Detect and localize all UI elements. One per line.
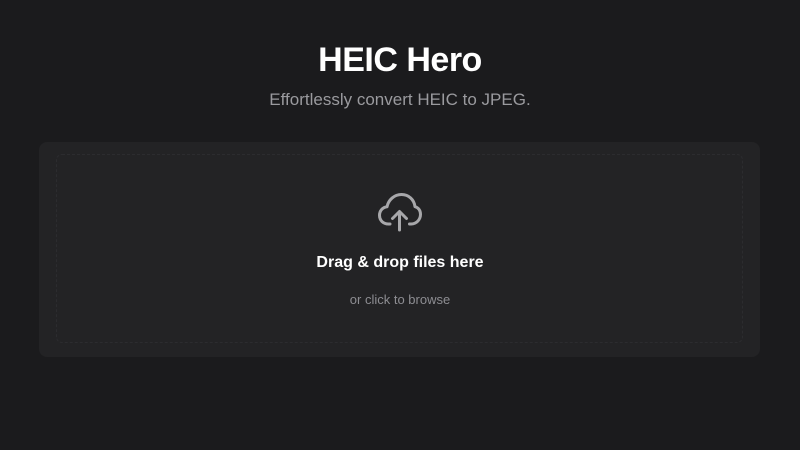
dropzone-browse-hint: or click to browse — [349, 292, 451, 307]
app-title: HEIC Hero — [318, 41, 482, 79]
dropzone-title: Drag & drop files here — [316, 254, 484, 271]
file-dropzone[interactable] — [39, 142, 760, 357]
cloud-upload-icon — [378, 192, 422, 232]
app-subtitle: Effortlessly convert HEIC to JPEG. — [269, 90, 531, 109]
dropzone-dashed-border — [56, 154, 743, 343]
